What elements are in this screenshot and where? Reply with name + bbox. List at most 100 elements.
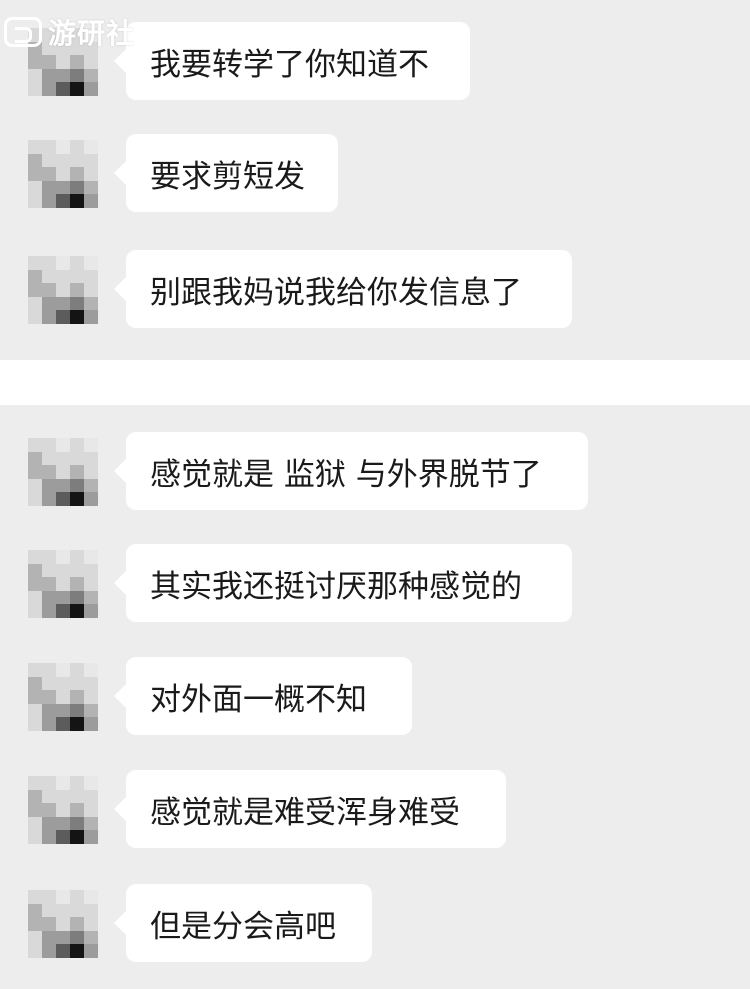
avatar-pixel (84, 903, 98, 918)
avatar-pixel (56, 180, 70, 195)
avatar-pixel (70, 703, 84, 718)
avatar-pixel (84, 563, 98, 578)
avatar-pixel (56, 830, 70, 844)
avatar-pixel (84, 690, 98, 704)
avatar-pixel (84, 803, 98, 817)
message-row: 但是分会高吧 (0, 884, 750, 964)
avatar-pixel (42, 256, 56, 270)
avatar-pixel (70, 903, 84, 918)
avatar-pixel (70, 776, 84, 790)
avatar-pixel (70, 604, 84, 618)
avatar-pixel (70, 194, 84, 208)
avatar-pixel (56, 451, 70, 466)
avatar-pixel (28, 269, 42, 284)
avatar[interactable] (28, 890, 100, 958)
avatar-pixel (70, 140, 84, 154)
avatar-pixel (28, 663, 42, 677)
message-text: 别跟我妈说我给你发信息了 (150, 274, 522, 311)
avatar-pixel (42, 776, 56, 790)
message-row: 感觉就是 监狱 与外界脱节了 (0, 432, 750, 512)
message-bubble[interactable]: 要求剪短发 (114, 134, 338, 212)
avatar-pixel (56, 140, 70, 154)
avatar-pixel (84, 703, 98, 718)
avatar-pixel (56, 917, 70, 931)
avatar-pixel (42, 310, 56, 324)
avatar-pixel (70, 944, 84, 958)
message-row: 要求剪短发 (0, 134, 750, 214)
avatar-pixel (42, 55, 56, 69)
avatar-pixel (70, 663, 84, 677)
avatar-pixel (84, 717, 98, 731)
avatar-pixel (56, 690, 70, 704)
avatar-pixel (84, 478, 98, 493)
avatar-pixel (70, 438, 84, 452)
avatar-pixel (70, 803, 84, 817)
avatar-pixel (70, 269, 84, 284)
avatar-pixel (56, 194, 70, 208)
avatar-pixel (42, 676, 56, 691)
message-bubble[interactable]: 感觉就是难受浑身难受 (114, 770, 506, 848)
avatar-pixel (42, 296, 56, 311)
message-bubble[interactable]: 感觉就是 监狱 与外界脱节了 (114, 432, 588, 510)
avatar-pixel (28, 703, 42, 718)
avatar-pixel (42, 167, 56, 181)
avatar-pixel (70, 465, 84, 479)
avatar-pixel (56, 816, 70, 831)
avatar-pixel (56, 153, 70, 168)
avatar-pixel (42, 577, 56, 591)
avatar-pixel (28, 153, 42, 168)
avatar-pixel (84, 180, 98, 195)
message-bubble[interactable]: 但是分会高吧 (114, 884, 372, 962)
avatar-pixel (84, 465, 98, 479)
avatar-pixel (56, 310, 70, 324)
avatar-pixel (56, 55, 70, 69)
avatar-pixel (56, 563, 70, 578)
avatar-pixel (84, 590, 98, 605)
message-bubble[interactable]: 别跟我妈说我给你发信息了 (114, 250, 572, 328)
avatar-pixel (84, 140, 98, 154)
avatar[interactable] (28, 438, 100, 506)
avatar-pixel (28, 676, 42, 691)
avatar-pixel (56, 717, 70, 731)
avatar-pixel (42, 803, 56, 817)
message-text: 对外面一概不知 (150, 681, 367, 718)
avatar-pixel (70, 167, 84, 181)
avatar-pixel (42, 830, 56, 844)
avatar-pixel (28, 903, 42, 918)
avatar-pixel (84, 310, 98, 324)
avatar[interactable] (28, 776, 100, 844)
avatar-pixel (84, 776, 98, 790)
avatar-pixel (42, 604, 56, 618)
avatar-pixel (70, 890, 84, 904)
avatar[interactable] (28, 140, 100, 208)
avatar-pixel (70, 451, 84, 466)
avatar[interactable] (28, 663, 100, 731)
avatar-pixel (70, 577, 84, 591)
avatar-pixel (28, 478, 42, 493)
avatar-pixel (70, 478, 84, 493)
avatar-pixel (28, 944, 42, 958)
avatar[interactable] (28, 256, 100, 324)
avatar[interactable] (28, 550, 100, 618)
avatar-pixel (70, 492, 84, 506)
avatar-pixel (28, 816, 42, 831)
message-bubble[interactable]: 对外面一概不知 (114, 657, 412, 735)
avatar-pixel (28, 492, 42, 506)
avatar-pixel (84, 167, 98, 181)
avatar-pixel (84, 604, 98, 618)
avatar-pixel (28, 296, 42, 311)
message-bubble[interactable]: 我要转学了你知道不 (114, 22, 470, 100)
avatar-pixel (56, 256, 70, 270)
avatar-pixel (28, 438, 42, 452)
avatar-pixel (56, 465, 70, 479)
message-row: 感觉就是难受浑身难受 (0, 770, 750, 850)
avatar-pixel (28, 890, 42, 904)
avatar-pixel (56, 803, 70, 817)
avatar-pixel (42, 903, 56, 918)
avatar-pixel (42, 283, 56, 297)
avatar-pixel (28, 82, 42, 96)
avatar-pixel (70, 789, 84, 804)
message-bubble[interactable]: 其实我还挺讨厌那种感觉的 (114, 544, 572, 622)
avatar-pixel (42, 717, 56, 731)
avatar-pixel (42, 194, 56, 208)
